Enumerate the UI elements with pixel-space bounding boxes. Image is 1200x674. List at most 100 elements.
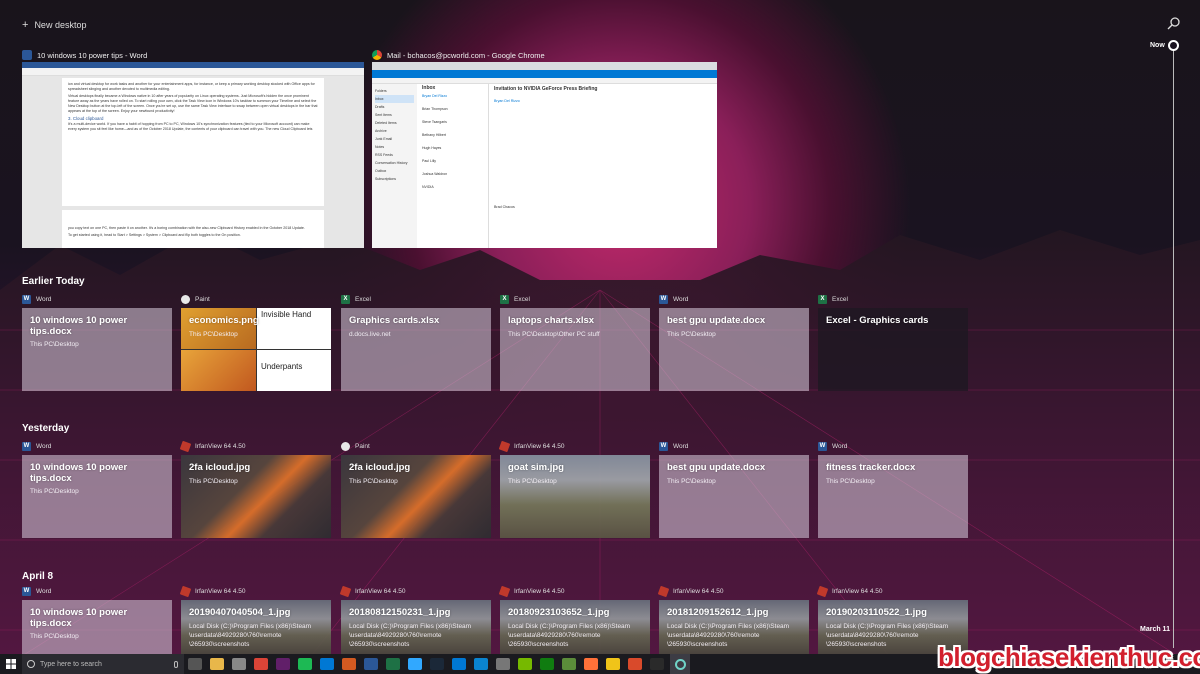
timeline-date-label: March 11 [1140, 626, 1170, 633]
card-path: This PC\Desktop [30, 341, 79, 348]
photoshop-icon[interactable] [408, 658, 422, 670]
new-desktop-button[interactable]: + New desktop [22, 19, 86, 31]
app-icon[interactable] [342, 658, 356, 670]
window-title: 10 windows 10 power tips - Word [37, 50, 148, 60]
meme-text-bottom: Underpants [261, 362, 303, 371]
nvidia-icon[interactable] [518, 658, 532, 670]
doc-heading: 3. Cloud clipboard [68, 116, 104, 121]
excel-icon: X [500, 295, 509, 304]
chrome-icon[interactable] [254, 658, 268, 670]
activity-card[interactable]: Invisible Hand Underpants Paint economic… [181, 295, 331, 391]
activity-card[interactable]: IrfanView 64 4.50 2fa icloud.jpg This PC\… [179, 440, 331, 538]
slack-icon[interactable] [276, 658, 290, 670]
activity-card[interactable]: Paint 2fa icloud.jpg This PC\Desktop [341, 442, 491, 538]
excel-icon[interactable] [386, 658, 400, 670]
store-icon[interactable] [452, 658, 466, 670]
card-title: Excel - Graphics cards [826, 315, 929, 326]
edge-icon[interactable] [474, 658, 488, 670]
app2-icon[interactable] [628, 658, 642, 670]
doc-paragraph: It's a multi-device world. If you have a… [68, 122, 313, 131]
card-path: Local Disk (C:)\Program Files (x86)\Stea… [508, 623, 631, 648]
new-desktop-label: New desktop [34, 20, 87, 30]
activity-card[interactable]: IrfanView 64 4.50 goat sim.jpg This PC\De… [498, 440, 650, 538]
card-app-label: IrfanView 64 4.50 [339, 585, 405, 598]
activity-card[interactable]: X Excel laptops charts.xlsx This PC\Deskt… [500, 295, 650, 391]
card-app-label: W Word [22, 295, 52, 304]
timeline-handle[interactable] [1168, 40, 1179, 51]
cortana-icon [27, 660, 35, 668]
card-title: 10 windows 10 power tips.docx [30, 607, 128, 629]
activity-card[interactable]: W Word 10 windows 10 power tips.docx This… [22, 442, 172, 538]
steam-icon[interactable] [430, 658, 444, 670]
card-app-label: Paint [181, 295, 210, 304]
timeline-taskbar-active-icon[interactable] [670, 654, 690, 674]
section-title: Earlier Today [22, 276, 85, 287]
irfan-icon [179, 585, 192, 598]
window-chrome-mail[interactable]: Mail - bchacos@pcworld.com - Google Chro… [372, 48, 717, 248]
card-app-label: W Word [22, 442, 52, 451]
card-path: Local Disk (C:)\Program Files (x86)\Stea… [189, 623, 312, 648]
card-title: best gpu update.docx [667, 462, 766, 473]
card-app-label: IrfanView 64 4.50 [657, 585, 723, 598]
irfan-icon [339, 585, 352, 598]
window-word[interactable]: 10 windows 10 power tips - Word ion and … [22, 48, 364, 248]
card-path: This PC\Desktop [508, 478, 557, 485]
word-icon[interactable] [364, 658, 378, 670]
activity-card[interactable]: W Word best gpu update.docx This PC\Deskt… [659, 295, 809, 391]
word-icon [22, 50, 32, 60]
irfan-icon [657, 585, 670, 598]
activity-card[interactable]: X Excel Graphics cards.xlsx d.docs.live.n… [341, 295, 491, 391]
timeline-scrollbar[interactable] [1173, 48, 1174, 648]
timeline-now-label: Now [1150, 42, 1165, 49]
card-title: 20190407040504_1.jpg [189, 607, 291, 618]
paint-icon[interactable] [606, 658, 620, 670]
card-title: 20180923103652_1.jpg [508, 607, 610, 618]
activity-card[interactable]: IrfanView 64 4.50 20190407040504_1.jpg Lo… [179, 585, 331, 654]
windows-icon [6, 659, 16, 669]
firefox-icon[interactable] [584, 658, 598, 670]
card-app-label: W Word [659, 295, 689, 304]
card-path: This PC\Desktop [349, 478, 398, 485]
card-path: This PC\Desktop [30, 488, 79, 495]
mail-list: Inbox Bryan Del Rizzo Brian Thompson Ste… [419, 84, 489, 248]
card-app-label: W Word [22, 587, 52, 596]
activity-card[interactable]: X Excel Excel - Graphics cards [818, 295, 968, 391]
card-title: fitness tracker.docx [826, 462, 916, 473]
word-icon: W [22, 587, 31, 596]
microphone-icon [174, 660, 178, 668]
photos-icon[interactable] [320, 658, 334, 670]
file-explorer-icon[interactable] [210, 658, 224, 670]
word-icon: W [22, 442, 31, 451]
activity-card[interactable]: W Word 10 windows 10 power tips.docx This… [22, 295, 172, 391]
card-title: 20181209152612_1.jpg [667, 607, 769, 618]
minecraft-icon[interactable] [562, 658, 576, 670]
media-player-icon[interactable] [232, 658, 246, 670]
task-view-icon[interactable] [188, 658, 202, 670]
card-title: 20180812150231_1.jpg [349, 607, 451, 618]
settings-icon[interactable] [496, 658, 510, 670]
document-page: you copy text on one PC, then paste it o… [62, 210, 324, 248]
epic-games-icon[interactable] [650, 658, 664, 670]
taskbar-search-box[interactable]: Type here to search [22, 654, 184, 674]
search-icon[interactable] [1166, 16, 1182, 32]
plus-icon: + [22, 19, 29, 31]
card-app-label: IrfanView 64 4.50 [498, 585, 564, 598]
activity-card[interactable]: W Word fitness tracker.docx This PC\Deskt… [818, 442, 968, 538]
activity-card[interactable]: W Word 10 windows 10 power tips.docx This… [22, 587, 172, 654]
card-title: 2fa icloud.jpg [349, 462, 411, 473]
word-icon: W [22, 295, 31, 304]
doc-paragraph: Virtual desktops finally became a Window… [68, 94, 318, 113]
activity-card[interactable]: W Word best gpu update.docx This PC\Deskt… [659, 442, 809, 538]
start-button[interactable] [0, 654, 22, 674]
card-title: goat sim.jpg [508, 462, 564, 473]
xbox-icon[interactable] [540, 658, 554, 670]
activity-card[interactable]: IrfanView 64 4.50 20180812150231_1.jpg Lo… [339, 585, 491, 654]
spotify-icon[interactable] [298, 658, 312, 670]
card-path: Local Disk (C:)\Program Files (x86)\Stea… [349, 623, 472, 648]
card-app-label: W Word [659, 442, 689, 451]
card-app-label: X Excel [341, 295, 371, 304]
card-app-label: IrfanView 64 4.50 [179, 440, 245, 453]
activity-card[interactable]: IrfanView 64 4.50 20180923103652_1.jpg Lo… [498, 585, 650, 654]
activity-card[interactable]: IrfanView 64 4.50 20181209152612_1.jpg Lo… [657, 585, 809, 654]
card-path: This PC\Desktop [189, 478, 238, 485]
